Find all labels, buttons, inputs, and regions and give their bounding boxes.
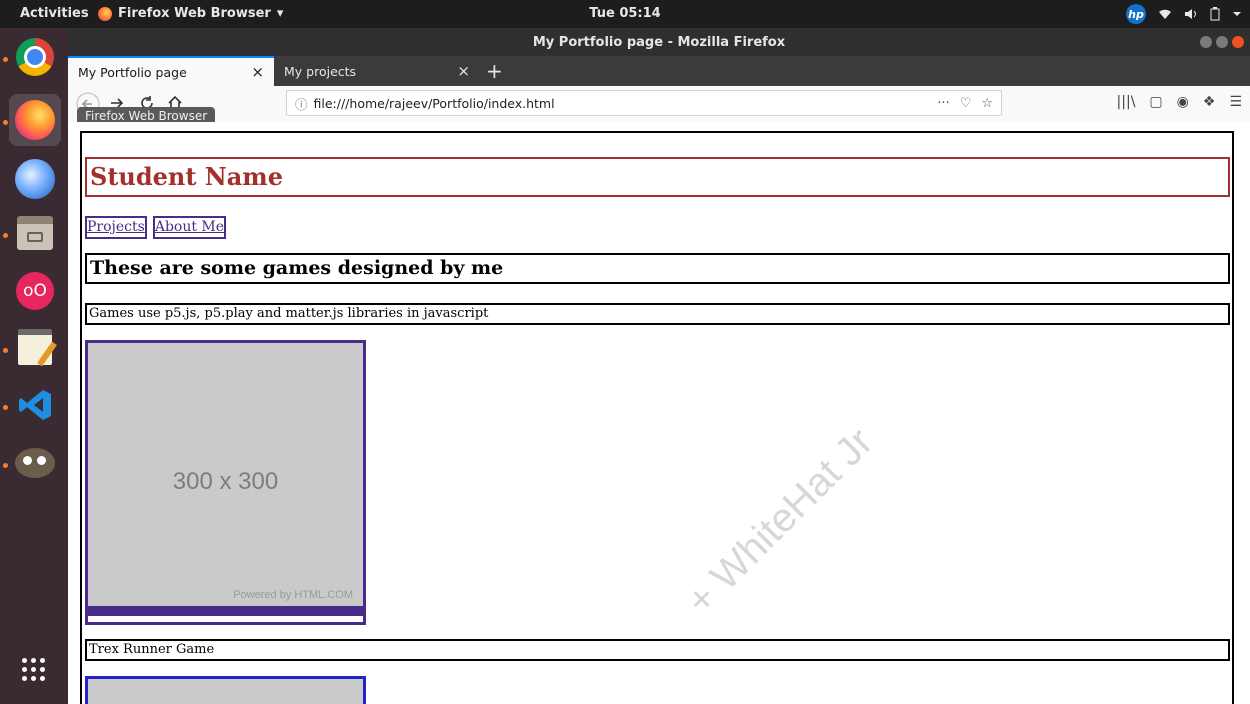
tab-my-portfolio-page[interactable]: My Portfolio page × xyxy=(68,56,274,86)
tab-label: My projects xyxy=(284,63,357,79)
new-tab-button[interactable]: + xyxy=(486,59,503,83)
volume-icon[interactable] xyxy=(1184,8,1198,20)
files-icon xyxy=(17,216,53,250)
running-indicator xyxy=(3,57,8,62)
gimp-icon xyxy=(15,448,55,478)
dock-chrome[interactable] xyxy=(14,36,56,78)
close-tab-icon[interactable]: × xyxy=(457,62,470,80)
activities-button[interactable]: Activities xyxy=(20,6,89,21)
games-heading: These are some games designed by me xyxy=(85,253,1230,284)
tab-my-projects[interactable]: My projects × xyxy=(274,56,480,86)
dock-oo[interactable]: oO xyxy=(14,270,56,312)
dock-firefox[interactable] xyxy=(9,94,61,146)
running-indicator xyxy=(3,463,8,468)
close-tab-icon[interactable]: × xyxy=(251,63,264,81)
games-description: Games use p5.js, p5.play and matter.js l… xyxy=(85,303,1230,325)
dock-files[interactable] xyxy=(14,212,56,254)
hp-logo-icon: hp xyxy=(1126,4,1146,24)
tab-strip: My Portfolio page × My projects × + xyxy=(68,56,1250,86)
wifi-icon[interactable] xyxy=(1158,8,1172,20)
url-bar[interactable]: ⓘ file:///home/rajeev/Portfolio/index.ht… xyxy=(286,90,1002,116)
close-button[interactable] xyxy=(1232,36,1244,48)
dock-gimp[interactable] xyxy=(14,442,56,484)
toolbar-right: |||\ ▢ ◉ ❖ ☰ xyxy=(1117,94,1242,110)
menu-arrow-icon[interactable] xyxy=(1232,10,1242,18)
dock-vscode[interactable] xyxy=(14,384,56,426)
pocket-icon[interactable]: ♡ xyxy=(960,96,972,111)
text-editor-icon xyxy=(18,329,52,365)
account-icon[interactable]: ◉ xyxy=(1177,94,1189,110)
ubuntu-dock: oO xyxy=(0,28,68,704)
placeholder-credit-text: Powered by HTML.COM xyxy=(233,589,353,601)
page-viewport: Student Name Projects About Me These are… xyxy=(68,122,1250,704)
info-icon[interactable]: ⓘ xyxy=(295,94,308,113)
tab-label: My Portfolio page xyxy=(78,64,187,80)
running-indicator xyxy=(3,405,8,410)
navigation-toolbar: ⓘ file:///home/rajeev/Portfolio/index.ht… xyxy=(68,86,1250,123)
game-image-link[interactable]: 300 x 300 Powered by HTML.COM xyxy=(85,340,366,625)
dock-text-editor[interactable] xyxy=(14,326,56,368)
firefox-icon xyxy=(98,6,112,21)
url-bar-actions: ··· ♡ ☆ xyxy=(937,96,993,111)
second-game-image-link[interactable] xyxy=(85,676,366,704)
firefox-icon xyxy=(15,100,55,140)
minimize-button[interactable] xyxy=(1200,36,1212,48)
show-applications-button[interactable] xyxy=(22,658,46,682)
student-name-heading: Student Name xyxy=(85,157,1230,197)
chevron-down-icon: ▾ xyxy=(276,6,284,21)
chrome-icon xyxy=(16,38,54,76)
system-top-bar: Activities Firefox Web Browser ▾ Tue 05:… xyxy=(0,0,1250,28)
game-title: Trex Runner Game xyxy=(85,639,1230,661)
dock-thunderbird[interactable] xyxy=(14,158,56,200)
running-indicator xyxy=(3,120,8,125)
hamburger-menu-icon[interactable]: ☰ xyxy=(1229,94,1242,110)
window-title: My Portfolio page - Mozilla Firefox xyxy=(532,35,786,50)
window-controls xyxy=(1200,36,1244,48)
app-menu[interactable]: Firefox Web Browser ▾ xyxy=(98,6,283,21)
extensions-icon[interactable]: ❖ xyxy=(1203,94,1216,110)
oo-icon: oO xyxy=(16,272,54,310)
page-actions-icon[interactable]: ··· xyxy=(937,96,949,111)
library-icon[interactable]: |||\ xyxy=(1117,94,1136,110)
page-nav-links: Projects About Me xyxy=(85,216,227,239)
bookmark-star-icon[interactable]: ☆ xyxy=(981,96,993,111)
running-indicator xyxy=(3,233,8,238)
sidebar-icon[interactable]: ▢ xyxy=(1149,94,1162,110)
link-underline-bar xyxy=(88,606,363,616)
window-title-bar: My Portfolio page - Mozilla Firefox xyxy=(68,28,1250,56)
vscode-icon xyxy=(19,390,51,420)
projects-link[interactable]: Projects xyxy=(85,216,147,239)
about-me-link[interactable]: About Me xyxy=(152,216,227,239)
maximize-button[interactable] xyxy=(1216,36,1228,48)
system-tray[interactable]: hp xyxy=(1126,4,1242,24)
thunderbird-icon xyxy=(15,159,55,199)
app-menu-label: Firefox Web Browser xyxy=(118,6,271,21)
running-indicator xyxy=(3,348,8,353)
url-text: file:///home/rajeev/Portfolio/index.html xyxy=(313,95,555,111)
battery-icon[interactable] xyxy=(1210,7,1220,21)
page-body: Student Name Projects About Me These are… xyxy=(80,131,1234,704)
placeholder-size-text: 300 x 300 xyxy=(172,468,279,495)
